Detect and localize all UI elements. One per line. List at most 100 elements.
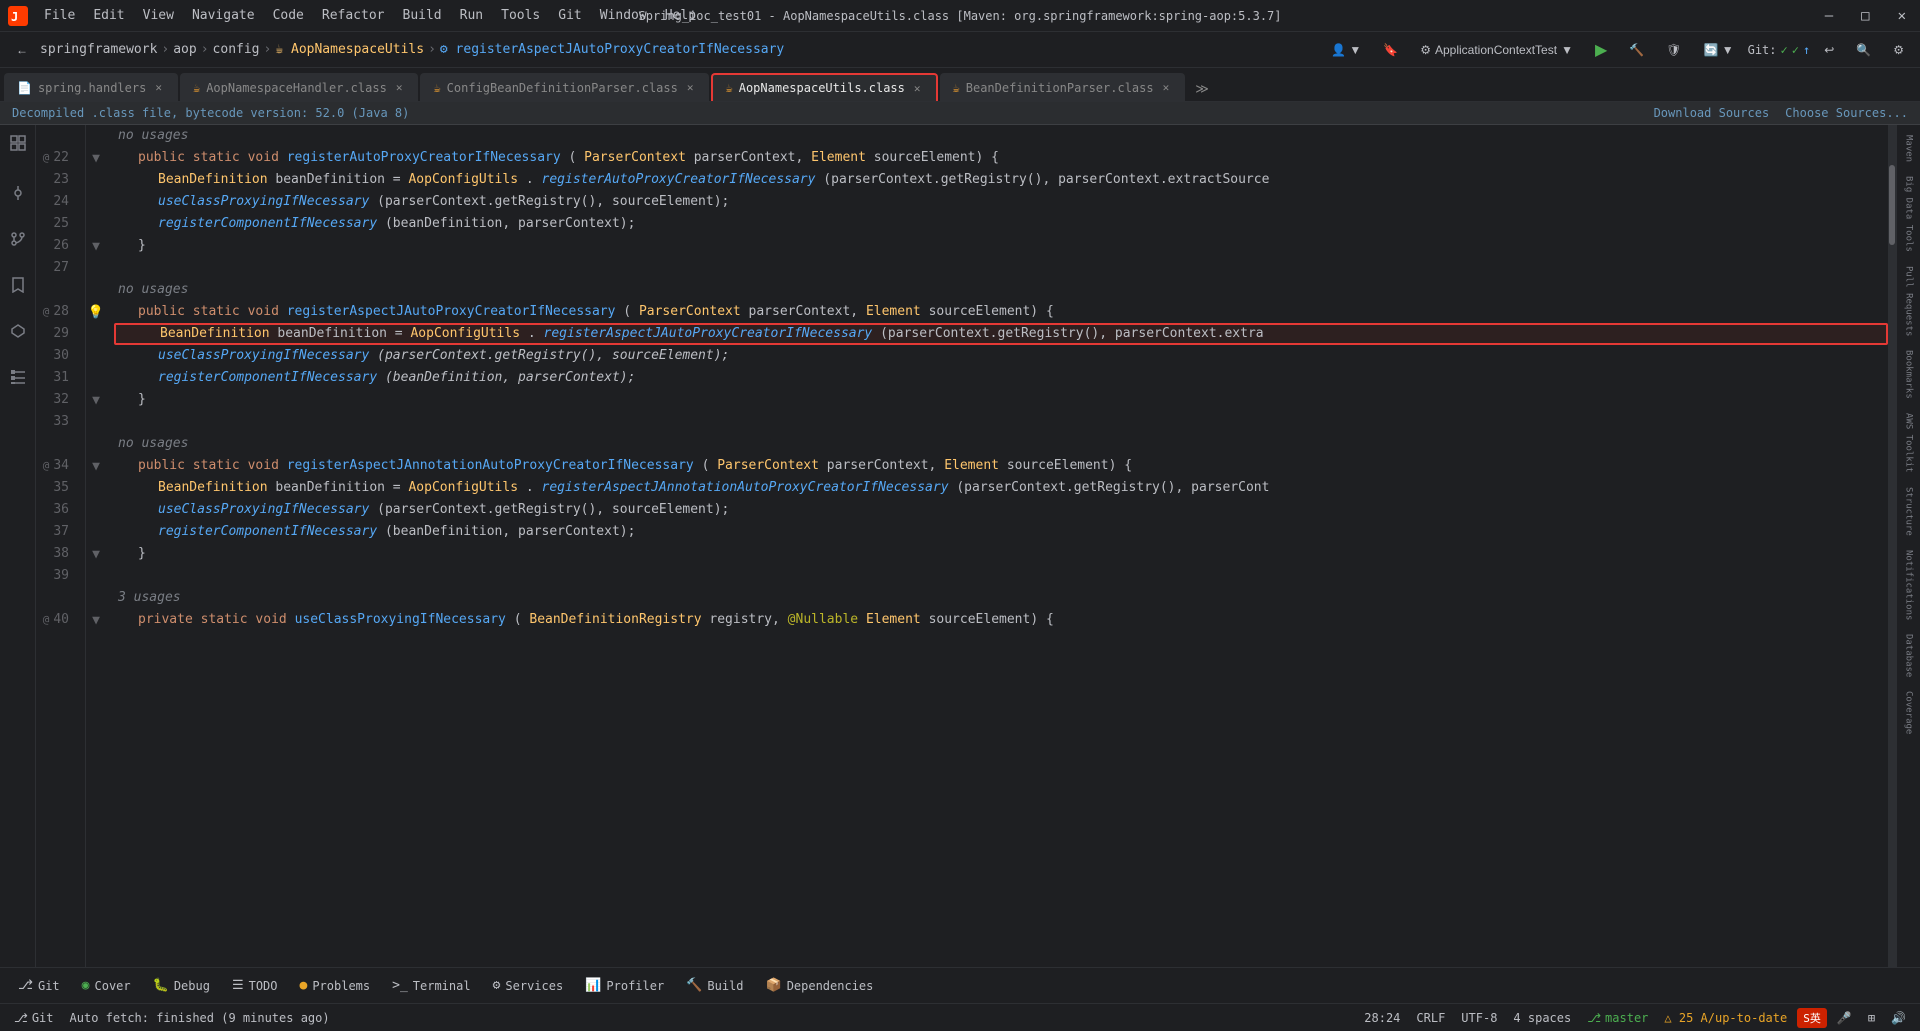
bottom-tab-build[interactable]: 🔨 Build [676, 974, 753, 997]
tab-spring-handlers[interactable]: 📄 spring.handlers ✕ [4, 73, 178, 101]
menu-tools[interactable]: Tools [493, 6, 548, 25]
tab-aop-namespace-utils[interactable]: ☕ AopNamespaceUtils.class ✕ [711, 73, 937, 101]
git-branch-icon: ⎇ [14, 1011, 28, 1025]
scrollbar-thumb[interactable] [1889, 165, 1895, 245]
tabs-more-button[interactable]: ≫ [1187, 78, 1217, 101]
right-sidebar-notifications[interactable]: Notifications [1902, 544, 1916, 626]
download-sources-link[interactable]: Download Sources [1654, 106, 1770, 120]
bottom-tab-todo[interactable]: ☰ TODO [222, 974, 288, 997]
breadcrumb-aop[interactable]: aop [173, 42, 196, 57]
tab-spring-handlers-close[interactable]: ✕ [152, 80, 165, 95]
right-sidebar-coverage[interactable]: Coverage [1902, 685, 1916, 740]
status-auto-fetch[interactable]: Auto fetch: finished (9 minutes ago) [64, 1009, 336, 1027]
build-tab-icon: 🔨 [686, 978, 702, 993]
user-button[interactable]: 👤 ▼ [1323, 41, 1369, 59]
line-num-35: 35 [36, 477, 77, 499]
bottom-tab-debug[interactable]: 🐛 Debug [143, 974, 220, 997]
bulb-28[interactable]: 💡 [86, 301, 106, 323]
breadcrumb-method[interactable]: ⚙ registerAspectJAutoProxyCreatorIfNeces… [440, 42, 784, 57]
tab-aop-namespace-handler[interactable]: ☕ AopNamespaceHandler.class ✕ [180, 73, 418, 101]
right-sidebar-structure[interactable]: Structure [1902, 481, 1916, 542]
line-num-comment1 [36, 125, 77, 147]
bottom-tab-git[interactable]: ⎇ Git [8, 974, 70, 997]
run-button[interactable]: ▶ [1587, 38, 1615, 62]
status-mic[interactable]: 🎤 [1831, 1009, 1858, 1027]
breadcrumb-config[interactable]: config [213, 42, 260, 57]
right-sidebar-aws[interactable]: AWS Toolkit [1902, 407, 1916, 479]
menu-navigate[interactable]: Navigate [184, 6, 263, 25]
minimize-button[interactable]: — [1819, 6, 1839, 26]
right-sidebar-bookmarks[interactable]: Bookmarks [1902, 344, 1916, 405]
bottom-tab-profiler[interactable]: 📊 Profiler [575, 974, 674, 997]
right-sidebar-pullrequests[interactable]: Pull Requests [1902, 260, 1916, 342]
fold-38[interactable]: ▼ [86, 543, 106, 565]
settings-button[interactable]: ⚙ [1885, 41, 1912, 59]
bottom-tab-problems[interactable]: ● Problems [290, 974, 381, 997]
bottom-tab-terminal[interactable]: >_ Terminal [382, 974, 480, 997]
tab-aop-namespace-utils-close[interactable]: ✕ [911, 81, 924, 96]
tab-aop-namespace-handler-close[interactable]: ✕ [393, 80, 406, 95]
reload-button[interactable]: 🔄 ▼ [1695, 41, 1741, 59]
tab-aop-namespace-handler-label: AopNamespaceHandler.class [206, 81, 387, 95]
menu-build[interactable]: Build [395, 6, 450, 25]
close-button[interactable]: ✕ [1892, 6, 1912, 26]
sidebar-aws[interactable] [4, 317, 32, 345]
run-config-selector[interactable]: ⚙ ApplicationContextTest ▼ [1412, 41, 1581, 59]
sidebar-bookmarks[interactable] [4, 271, 32, 299]
fold-40[interactable]: ▼ [86, 609, 106, 631]
choose-sources-link[interactable]: Choose Sources... [1785, 106, 1908, 120]
code-line-31: registerComponentIfNecessary (beanDefini… [114, 367, 1888, 389]
breadcrumb-classname[interactable]: ☕ AopNamespaceUtils [275, 42, 424, 57]
menu-code[interactable]: Code [265, 6, 312, 25]
status-encoding[interactable]: UTF-8 [1455, 1009, 1503, 1027]
bottom-tab-cover[interactable]: ◉ Cover [72, 974, 141, 997]
menu-run[interactable]: Run [452, 6, 491, 25]
maximize-button[interactable]: □ [1855, 6, 1875, 26]
coverage-button[interactable]: 🛡 [1658, 41, 1689, 59]
sidebar-pull-requests[interactable] [4, 225, 32, 253]
tab-bean-definition-parser-label: BeanDefinitionParser.class [966, 81, 1154, 95]
vertical-scrollbar[interactable] [1888, 125, 1896, 967]
menu-view[interactable]: View [135, 6, 182, 25]
code-line-comment2: no usages [114, 279, 1888, 301]
status-tray-1[interactable]: ⊞ [1862, 1009, 1881, 1027]
status-warnings[interactable]: △ 25 A/up-to-date [1658, 1009, 1793, 1027]
bookmark-button[interactable]: 🔖 [1375, 41, 1406, 59]
menu-file[interactable]: File [36, 6, 83, 25]
sidebar-commit[interactable] [4, 179, 32, 207]
fold-32[interactable]: ▼ [86, 389, 106, 411]
menu-refactor[interactable]: Refactor [314, 6, 393, 25]
status-position[interactable]: 28:24 [1358, 1009, 1406, 1027]
right-sidebar-maven[interactable]: Maven [1902, 129, 1916, 168]
right-sidebar-bigdata[interactable]: Big Data Tools [1902, 170, 1916, 258]
status-line-ending[interactable]: CRLF [1410, 1009, 1451, 1027]
code-container[interactable]: @22 23 24 25 26 27 @28 29 30 31 32 33 @3… [36, 125, 1896, 967]
search-button[interactable]: 🔍 [1848, 41, 1879, 59]
menu-edit[interactable]: Edit [85, 6, 132, 25]
fold-22[interactable]: ▼ [86, 147, 106, 169]
tab-bean-definition-parser[interactable]: ☕ BeanDefinitionParser.class ✕ [940, 73, 1186, 101]
status-branch-master[interactable]: ⎇ master [1581, 1009, 1654, 1027]
menu-git[interactable]: Git [550, 6, 589, 25]
status-indent[interactable]: 4 spaces [1507, 1009, 1577, 1027]
right-sidebar-database[interactable]: Database [1902, 628, 1916, 683]
fold-26[interactable]: ▼ [86, 235, 106, 257]
tab-config-bean[interactable]: ☕ ConfigBeanDefinitionParser.class ✕ [420, 73, 709, 101]
back-button[interactable]: ← [8, 41, 36, 59]
bottom-tab-services[interactable]: ⚙ Services [483, 974, 574, 997]
toolbar: ← springframework › aop › config › ☕ Aop… [0, 32, 1920, 68]
build-button[interactable]: 🔨 [1621, 41, 1652, 59]
code-editor[interactable]: no usages public static void registerAut… [106, 125, 1888, 967]
tab-config-bean-close[interactable]: ✕ [684, 80, 697, 95]
status-tray-2[interactable]: 🔊 [1885, 1009, 1912, 1027]
undo-button[interactable]: ↩ [1816, 41, 1842, 59]
breadcrumb-springframework[interactable]: springframework [40, 42, 157, 57]
sidebar-structure[interactable] [4, 363, 32, 391]
tab-bean-definition-parser-close[interactable]: ✕ [1160, 80, 1173, 95]
bottom-tab-dependencies[interactable]: 📦 Dependencies [756, 974, 884, 997]
sidebar-project[interactable] [4, 129, 32, 157]
tab-aop-namespace-utils-icon: ☕ [725, 81, 732, 95]
status-git-branch[interactable]: ⎇ Git [8, 1009, 60, 1027]
encoding-text: UTF-8 [1461, 1011, 1497, 1025]
fold-34[interactable]: ▼ [86, 455, 106, 477]
